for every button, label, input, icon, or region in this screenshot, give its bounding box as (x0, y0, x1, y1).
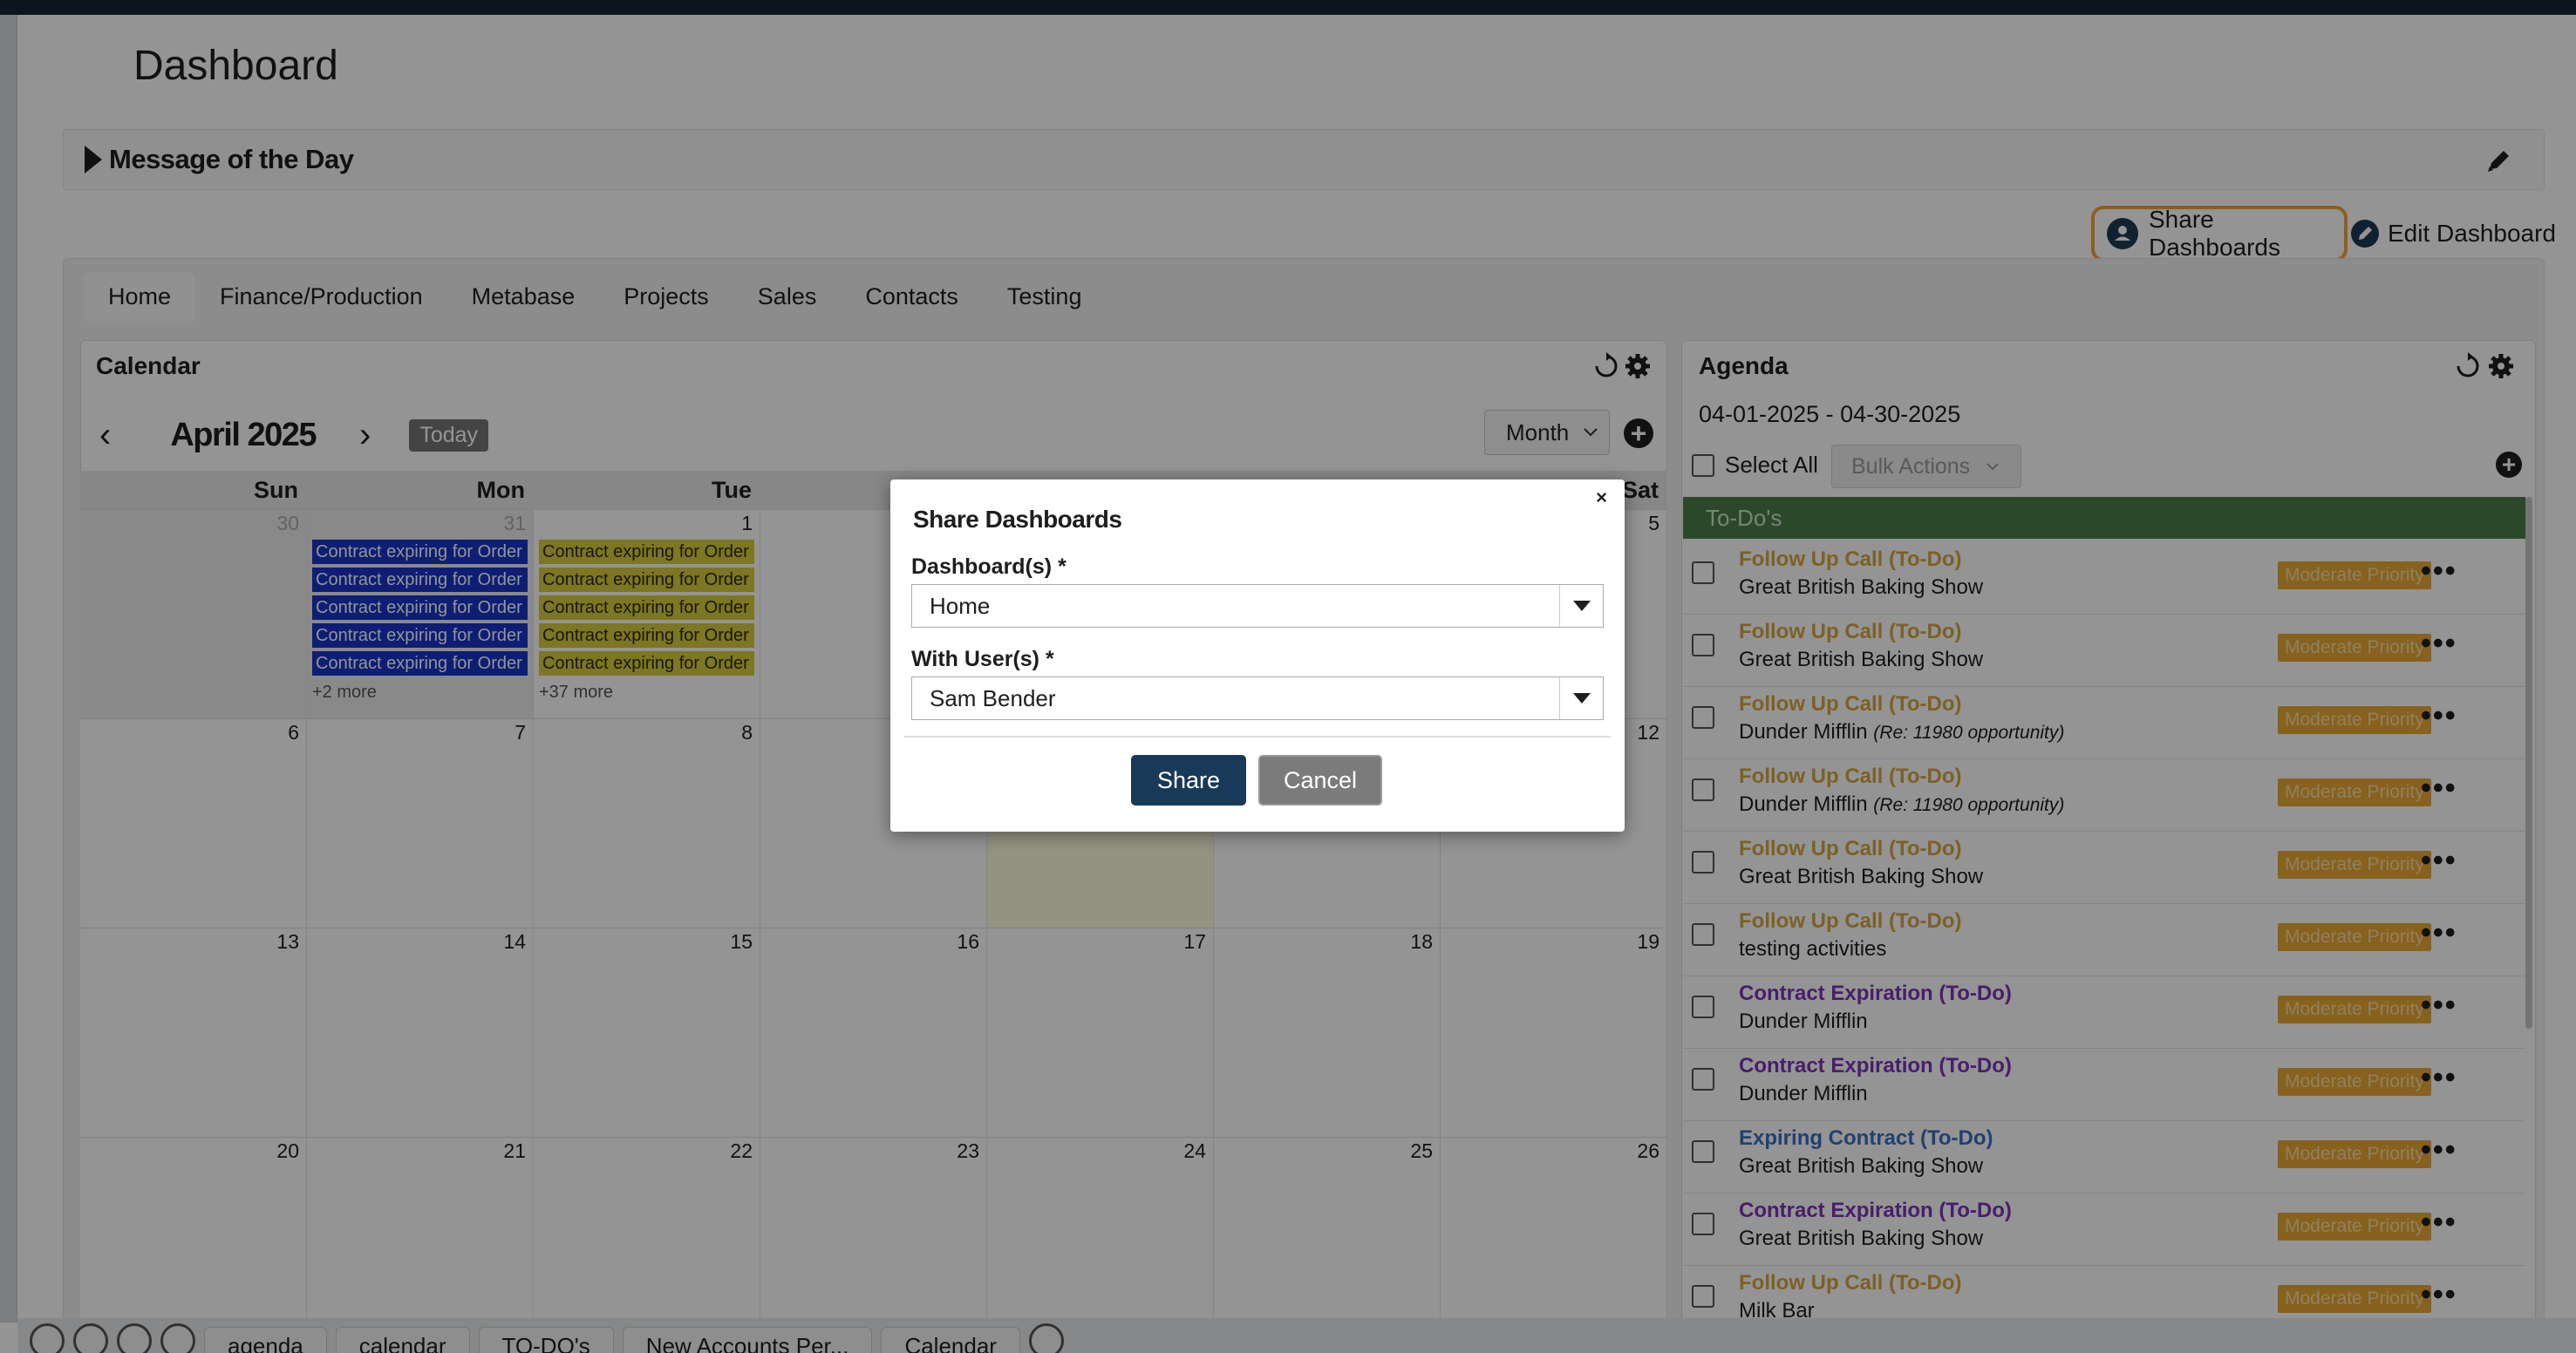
caret-down-icon[interactable] (1559, 585, 1603, 627)
dashboards-select[interactable]: Home (911, 584, 1604, 628)
users-field-label: With User(s) * (911, 647, 1054, 671)
cancel-button[interactable]: Cancel (1258, 755, 1382, 806)
users-select-value: Sam Bender (930, 685, 1056, 711)
share-button[interactable]: Share (1131, 755, 1246, 806)
users-select[interactable]: Sam Bender (911, 676, 1604, 720)
share-dashboards-modal: × Share Dashboards Dashboard(s) * Home W… (890, 479, 1625, 832)
dashboards-select-value: Home (930, 593, 991, 619)
modal-divider (904, 736, 1611, 738)
close-icon[interactable]: × (1596, 486, 1607, 509)
caret-down-icon[interactable] (1559, 677, 1603, 719)
dashboards-field-label: Dashboard(s) * (911, 554, 1067, 579)
modal-title: Share Dashboards (913, 506, 1122, 533)
